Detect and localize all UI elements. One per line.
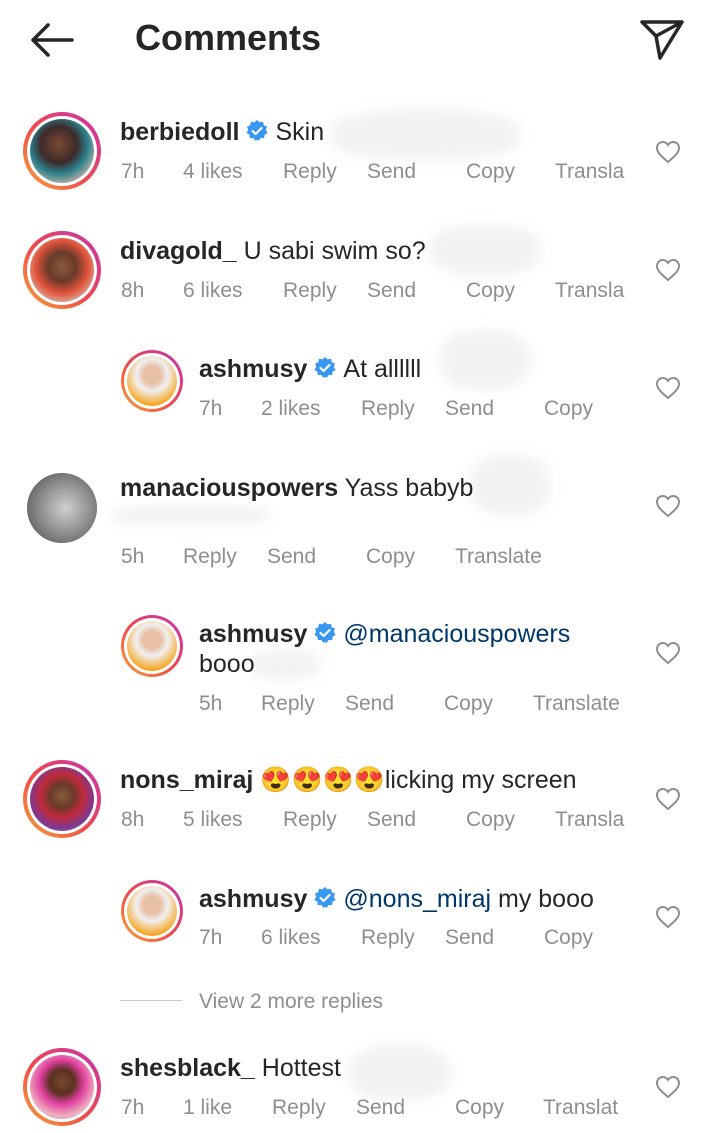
reply-button[interactable]: Reply [283,160,337,184]
comment-time: 8h [121,808,145,831]
likes-count[interactable]: 1 like [183,1096,232,1120]
verified-badge-icon [314,357,336,378]
heart-icon[interactable] [655,1075,681,1099]
reply-button[interactable]: Reply [361,926,415,950]
comment-username[interactable]: divagold_ [120,237,237,265]
mention-link[interactable]: @manaciouspowers [343,620,570,648]
translate-button[interactable]: Transla [555,160,624,184]
comment-text: Skin [275,118,325,146]
likes-count[interactable]: 4 likes [183,160,243,184]
comment-text: licking my screen [384,766,577,794]
send-button[interactable]: Send [267,545,316,569]
comment-username[interactable]: manaciouspowers [120,474,338,502]
copy-button[interactable]: Copy [544,397,593,421]
avatar[interactable] [121,615,183,677]
copy-button[interactable]: Copy [366,545,415,569]
emoji-text: 😍😍😍😍 [260,766,385,794]
page-title: Comments [135,17,322,58]
send-button[interactable]: Send [445,397,494,421]
comment-username[interactable]: ashmusy [199,355,307,383]
header: Comments [0,0,720,80]
translate-button[interactable]: Translate [455,545,542,569]
heart-icon[interactable] [655,494,681,518]
translate-button[interactable]: Transla [555,808,624,832]
comment-text: Yass babyb [344,474,474,502]
copy-button[interactable]: Copy [444,692,493,716]
comment-time: 7h [121,160,145,183]
comment-text: U sabi swim so? [243,237,426,265]
heart-icon[interactable] [655,905,681,929]
verified-badge-icon [246,120,269,141]
reply-button[interactable]: Reply [261,692,315,716]
copy-button[interactable]: Copy [466,808,515,832]
reply-button[interactable]: Reply [272,1096,326,1120]
mention-link[interactable]: @nons_miraj [343,885,491,913]
comment-text: booo [199,650,255,678]
reply-button[interactable]: Reply [183,545,237,569]
divider [120,1000,182,1001]
comment-time: 5h [121,545,145,568]
comment-username[interactable]: ashmusy [199,620,307,648]
send-button[interactable]: Send [367,279,416,303]
copy-button[interactable]: Copy [544,926,593,950]
comment-username[interactable]: ashmusy [199,885,307,913]
comment-username[interactable]: berbiedoll [120,118,239,146]
heart-icon[interactable] [655,258,681,282]
verified-badge-icon [314,887,336,908]
likes-count[interactable]: 6 likes [261,926,321,950]
comment-time: 7h [199,926,223,949]
avatar[interactable] [27,473,97,543]
copy-button[interactable]: Copy [455,1096,504,1120]
view-more-replies-button[interactable]: View 2 more replies [199,990,383,1014]
paper-plane-icon [640,20,684,60]
heart-icon[interactable] [655,787,681,811]
reply-button[interactable]: Reply [283,279,337,303]
copy-button[interactable]: Copy [466,279,515,303]
send-button[interactable]: Send [445,926,494,950]
comment-text: At allllll [343,355,422,383]
heart-icon[interactable] [655,140,681,164]
comment-username[interactable]: shesblack_ [120,1054,255,1082]
copy-button[interactable]: Copy [466,160,515,184]
comment-time: 8h [121,279,145,302]
arrow-left-icon [31,23,74,57]
translate-button[interactable]: Translat [543,1096,618,1120]
likes-count[interactable]: 5 likes [183,808,243,832]
comment-username[interactable]: nons_miraj [120,766,253,794]
comment-time: 7h [199,397,223,420]
translate-button[interactable]: Transla [555,279,624,303]
comment-text: my booo [498,885,594,913]
send-button[interactable]: Send [356,1096,405,1120]
verified-badge-icon [314,622,336,643]
heart-icon[interactable] [655,641,681,665]
reply-button[interactable]: Reply [283,808,337,832]
reply-button[interactable]: Reply [361,397,415,421]
send-button[interactable]: Send [345,692,394,716]
share-button[interactable] [638,16,686,62]
likes-count[interactable]: 2 likes [261,397,321,421]
back-button[interactable] [28,20,76,60]
comment-time: 7h [121,1096,145,1119]
translate-button[interactable]: Translate [533,692,620,716]
comment-text: Hottest [261,1054,341,1082]
comment-time: 5h [199,692,223,715]
send-button[interactable]: Send [367,808,416,832]
heart-icon[interactable] [655,376,681,400]
likes-count[interactable]: 6 likes [183,279,243,303]
send-button[interactable]: Send [367,160,416,184]
